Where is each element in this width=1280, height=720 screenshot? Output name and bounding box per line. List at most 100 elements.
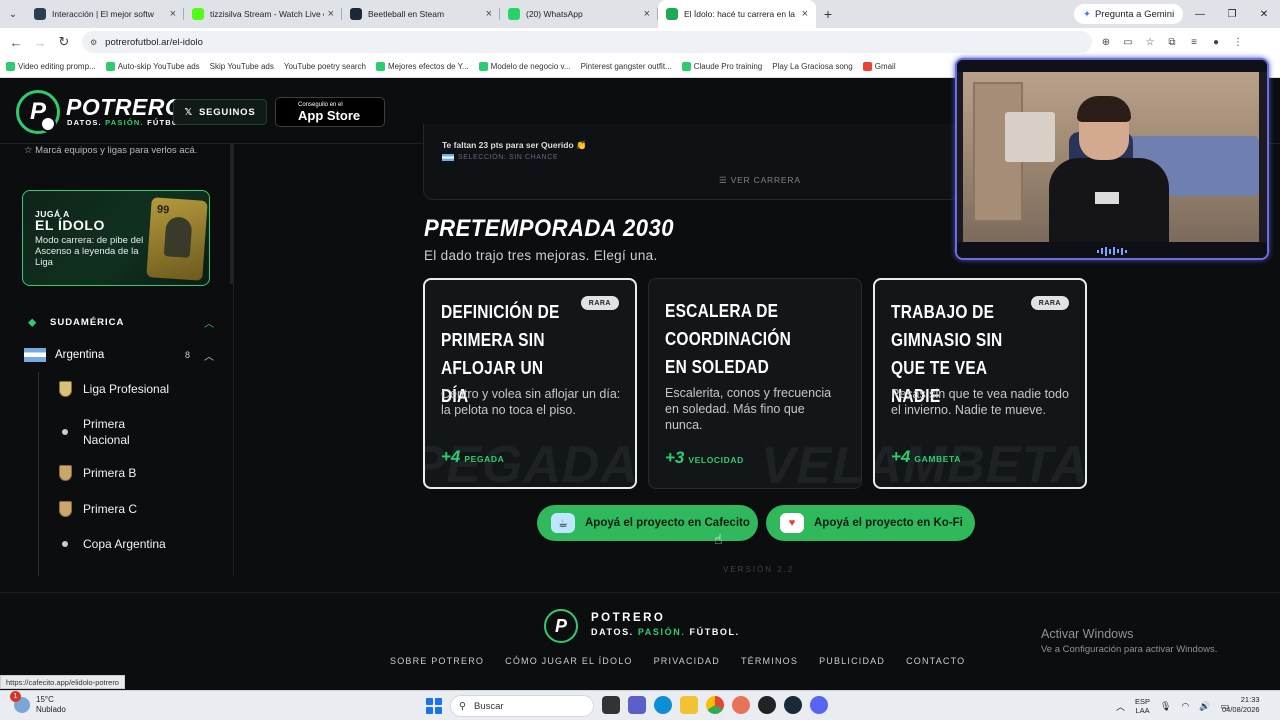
footer-link[interactable]: CÓMO JUGAR EL ÍDOLO: [505, 656, 632, 666]
chevron-up-icon[interactable]: ︿: [1116, 700, 1125, 713]
site-info-icon[interactable]: ⚙: [90, 38, 97, 47]
sidebar-item-league[interactable]: Primera B: [56, 464, 216, 482]
shield-shape: [58, 465, 72, 481]
bookmark-item[interactable]: Video editing promp...: [6, 62, 96, 71]
bookmark-star-icon[interactable]: ☆: [1142, 37, 1158, 48]
claude-icon[interactable]: [732, 696, 750, 714]
footer-tagline-futbol: FÚTBOL.: [685, 627, 740, 637]
tab-title: tizzisilva Stream - Watch Live o: [210, 9, 324, 19]
region-sudamerica[interactable]: ⬥ SUDAMÉRICA ︿: [28, 314, 214, 330]
microphone-icon[interactable]: 🎙: [1160, 701, 1171, 712]
taskview-icon[interactable]: [602, 696, 620, 714]
sidebar-item-league[interactable]: Primera C: [56, 500, 216, 518]
footer-link[interactable]: CONTACTO: [906, 656, 965, 666]
region-label: SUDAMÉRICA: [50, 316, 125, 328]
browser-tab[interactable]: El Ídolo: hacé tu carrera en la Li ×: [658, 0, 816, 28]
media-icon[interactable]: ≡: [1186, 37, 1202, 48]
support-cafecito-button[interactable]: ☕ Apoyá el proyecto en Cafecito: [537, 505, 758, 541]
tab-close-icon[interactable]: ×: [802, 8, 808, 20]
view-career-link[interactable]: ☰ VER CARRERA: [719, 175, 801, 186]
footer-link[interactable]: SOBRE POTRERO: [390, 656, 484, 666]
chrome-icon[interactable]: [706, 696, 724, 714]
ball-icon: [40, 116, 56, 132]
steam-icon[interactable]: [784, 696, 802, 714]
obs-icon[interactable]: [758, 696, 776, 714]
tab-close-icon[interactable]: ×: [328, 8, 334, 20]
tab-close-icon[interactable]: ×: [486, 8, 492, 20]
file-explorer-icon[interactable]: [680, 696, 698, 714]
cam-shirt-logo: [1095, 192, 1119, 204]
upgrade-option-card[interactable]: PEGADA DEFINICIÓN DE PRIMERA SIN AFLOJAR …: [423, 278, 637, 489]
tab-search-icon[interactable]: ⌄: [0, 0, 26, 28]
volume-icon[interactable]: 🔊: [1199, 701, 1210, 712]
bookmark-item[interactable]: Skip YouTube ads: [210, 62, 274, 71]
follow-x-button[interactable]: 𝕏 SEGUINOS: [173, 99, 267, 125]
upgrade-option-card[interactable]: GAMBETATRABAJO DE GIMNASIO SIN QUE TE VE…: [873, 278, 1087, 489]
option-stat: +3 VELOCIDAD: [665, 448, 744, 468]
reload-button[interactable]: ↻: [52, 34, 76, 50]
profile-avatar[interactable]: ●: [1208, 37, 1224, 48]
rarity-badge: RARA: [1030, 296, 1069, 310]
bookmark-item[interactable]: Gmail: [862, 62, 896, 71]
tab-title: El Ídolo: hacé tu carrera en la Li: [684, 9, 798, 19]
language-indicator[interactable]: ESP LAA: [1135, 697, 1150, 715]
clock[interactable]: 21:33 04/08/2026: [1222, 695, 1260, 715]
card-watermark: VEL: [760, 437, 862, 489]
chevron-up-icon[interactable]: ︿: [204, 348, 214, 363]
start-button[interactable]: [426, 698, 442, 714]
browser-tab[interactable]: tizzisilva Stream - Watch Live o ×: [184, 0, 342, 28]
new-tab-button[interactable]: +: [816, 6, 840, 22]
footer-link[interactable]: PUBLICIDAD: [819, 656, 885, 666]
footer-link[interactable]: PRIVACIDAD: [654, 656, 720, 666]
tab-close-icon[interactable]: ×: [644, 8, 650, 20]
minimize-button[interactable]: —: [1184, 0, 1216, 28]
upgrade-option-card[interactable]: VEL ESCALERA DE COORDINACIÓN EN SOLEDAD Es…: [648, 278, 862, 489]
sidebar-scrollbar[interactable]: [230, 144, 233, 284]
footer-logo-letter: P: [554, 615, 567, 636]
el-idolo-promo-card[interactable]: JUGÁ A EL ÍDOLO Modo carrera: de pibe de…: [22, 190, 210, 286]
edge-icon[interactable]: [654, 696, 672, 714]
browser-tab[interactable]: Beetleball en Steam ×: [342, 0, 500, 28]
browser-toolbar: ← → ↻ ⚙ potrerofutbol.ar/el-idolo ⊕ ▭ ☆ …: [0, 28, 1280, 56]
extensions-icon[interactable]: ⧉: [1164, 37, 1180, 48]
sidebar-item-league[interactable]: Primera Nacional: [56, 416, 216, 448]
gemini-button[interactable]: ✦ Pregunta a Gemini: [1074, 4, 1184, 24]
bookmark-item[interactable]: Auto-skip YouTube ads: [105, 62, 200, 71]
chevron-up-icon[interactable]: ︿: [204, 315, 214, 330]
tagline-datos: DATOS.: [67, 118, 106, 127]
zoom-icon[interactable]: ⊕: [1098, 37, 1114, 48]
browser-tab[interactable]: Interacción | El mejor softw ×: [26, 0, 184, 28]
lang-primary: ESP: [1135, 697, 1151, 706]
option-description: Pesas sin que te vea nadie todo el invie…: [891, 387, 1069, 417]
bookmark-item[interactable]: Play La Graciosa song: [772, 62, 853, 71]
bookmark-item[interactable]: Claude Pro training: [681, 62, 763, 71]
back-button[interactable]: ←: [4, 35, 28, 50]
cast-icon[interactable]: ▭: [1120, 37, 1136, 48]
sidebar-item-league[interactable]: Liga Profesional: [56, 380, 216, 398]
discord-icon[interactable]: [810, 696, 828, 714]
bookmark-item[interactable]: Pinterest gangster outfit...: [581, 62, 672, 71]
footer-logo[interactable]: P: [544, 609, 578, 643]
teams-icon[interactable]: [628, 696, 646, 714]
taskbar-search[interactable]: ⚲ Buscar: [450, 695, 594, 717]
forward-button[interactable]: →: [28, 35, 52, 50]
support-kofi-button[interactable]: ♥ Apoyá el proyecto en Ko-Fi: [766, 505, 975, 541]
close-window-button[interactable]: ✕: [1248, 0, 1280, 28]
weather-widget[interactable]: 1 15°C Nublado: [10, 691, 66, 715]
app-store-button[interactable]: Conseguilo en el App Store: [275, 97, 385, 127]
tab-close-icon[interactable]: ×: [170, 8, 176, 20]
sidebar-item-league[interactable]: Copa Argentina: [56, 535, 216, 553]
bookmark-item[interactable]: Modelo de negocio v...: [478, 62, 571, 71]
bookmark-item[interactable]: Mejores efectos de Y...: [376, 62, 469, 71]
country-argentina[interactable]: Argentina 8 ︿: [24, 347, 214, 363]
footer-link[interactable]: TÉRMINOS: [741, 656, 798, 666]
menu-icon[interactable]: ⋮: [1230, 37, 1246, 48]
browser-tab[interactable]: (20) WhatsApp ×: [500, 0, 658, 28]
address-bar[interactable]: ⚙ potrerofutbol.ar/el-idolo: [82, 31, 1092, 53]
maximize-button[interactable]: ❐: [1216, 0, 1248, 28]
wifi-icon[interactable]: ◠: [1181, 701, 1189, 712]
bookmark-item[interactable]: YouTube poetry search: [284, 62, 366, 71]
bookmark-label: Claude Pro training: [693, 62, 763, 71]
stat-name: VELOCIDAD: [688, 455, 744, 465]
promo-line2: EL ÍDOLO: [35, 217, 105, 233]
